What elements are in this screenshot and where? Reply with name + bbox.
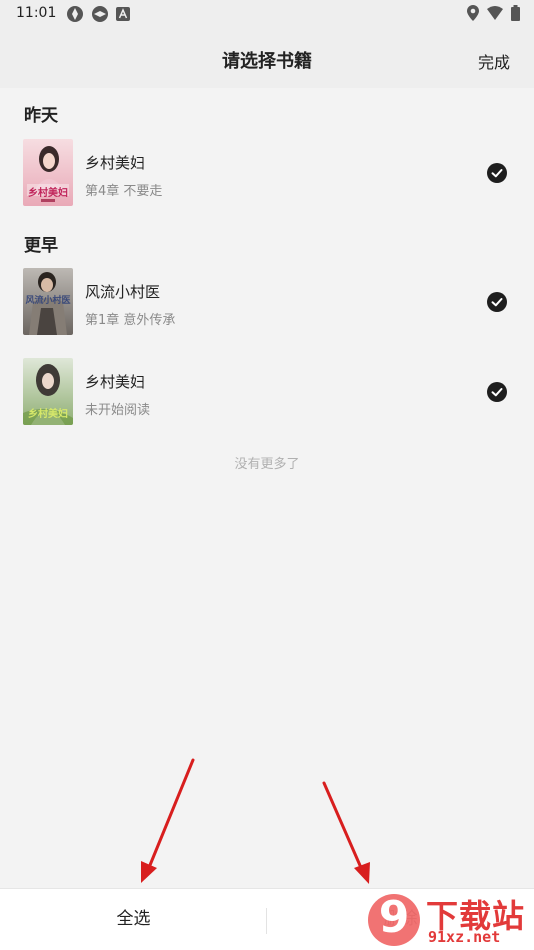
battery-icon — [511, 5, 520, 21]
book-cover-title: 风流小村医 — [25, 296, 71, 306]
settings-sync-icon — [92, 6, 108, 22]
site-watermark-logo: 9 下载站 91xz.net — [366, 888, 534, 950]
book-row[interactable]: 乡村美妇 乡村美妇 第4章 不要走 — [0, 139, 534, 209]
checkmark-icon[interactable] — [487, 382, 507, 402]
book-row[interactable]: 风流小村医 风流小村医 第1章 意外传承 — [0, 268, 534, 338]
done-button[interactable]: 完成 — [478, 49, 510, 73]
status-right-icons — [467, 5, 520, 21]
status-time: 11:01 — [16, 5, 57, 21]
book-progress: 未开始阅读 — [85, 403, 151, 418]
watermark-url: 91xz.net — [428, 928, 501, 946]
arrow-to-delete — [322, 781, 370, 884]
settings-sync-icon — [67, 6, 83, 22]
book-title: 乡村美妇 — [85, 373, 146, 391]
select-all-button[interactable]: 全选 — [0, 889, 267, 950]
book-cover-title: 乡村美妇 — [28, 188, 68, 199]
wifi-icon — [487, 6, 503, 20]
location-icon — [467, 5, 479, 21]
status-left-icons — [66, 5, 130, 23]
status-bar: 11:01 — [0, 0, 534, 28]
book-title: 风流小村医 — [85, 283, 161, 301]
book-cover: 乡村美妇 — [23, 358, 73, 425]
book-cover: 风流小村医 — [23, 268, 73, 335]
a-notification-icon — [116, 7, 130, 21]
section-header-earlier: 更早 — [24, 236, 58, 256]
list-end-text: 没有更多了 — [234, 457, 300, 472]
section-header-yesterday: 昨天 — [24, 106, 58, 126]
book-progress: 第1章 意外传承 — [85, 313, 176, 328]
checkmark-icon[interactable] — [487, 163, 507, 183]
checkmark-icon[interactable] — [487, 292, 507, 312]
nav-bar: 请选择书籍 完成 — [0, 28, 534, 88]
page-title: 请选择书籍 — [222, 51, 312, 72]
arrow-to-select-all — [141, 758, 195, 883]
book-row[interactable]: 乡村美妇 乡村美妇 未开始阅读 — [0, 358, 534, 428]
book-progress: 第4章 不要走 — [85, 184, 163, 199]
book-cover: 乡村美妇 — [23, 139, 73, 206]
book-title: 乡村美妇 — [85, 154, 146, 172]
book-cover-title: 乡村美妇 — [28, 409, 68, 420]
watermark-digit: 9 — [378, 892, 410, 943]
